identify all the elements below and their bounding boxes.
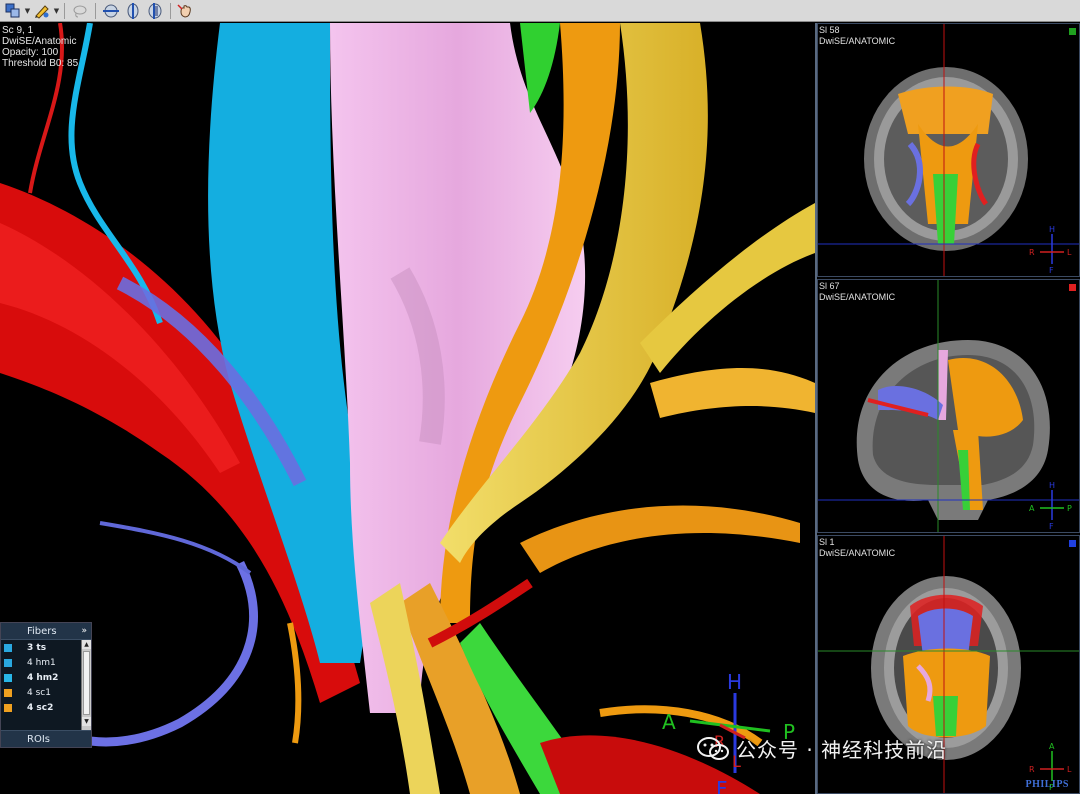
view-color-marker: [1069, 284, 1076, 291]
orient-right: L: [1067, 765, 1072, 774]
layer-select-icon[interactable]: [2, 1, 24, 21]
view-color-marker: [1069, 540, 1076, 547]
scroll-up-icon[interactable]: ▲: [82, 640, 91, 649]
fiber-color-swatch[interactable]: [4, 658, 12, 667]
slice-views-column: H R L F Sl 58 DwiSE/ANATOMIC H A P F Sl …: [815, 23, 1080, 794]
orient-right: L: [1067, 248, 1072, 257]
axis-label-a: A: [662, 710, 676, 734]
series-name: DwiSE/ANATOMIC: [819, 292, 896, 302]
fibers-panel-header[interactable]: Fibers »: [1, 623, 91, 640]
layer-select-dropdown-icon[interactable]: ▼: [24, 1, 31, 21]
fibers-panel-title: Fibers: [27, 625, 57, 637]
pan-hand-icon[interactable]: [175, 1, 197, 21]
axial-plane-icon[interactable]: [100, 1, 122, 21]
fiber-color-swatch[interactable]: [4, 688, 12, 697]
orient-right: P: [1067, 504, 1072, 513]
sagittal-view-label: Sl 67 DwiSE/ANATOMIC: [819, 281, 895, 303]
fiber-item[interactable]: 4 hm1: [1, 655, 91, 670]
orient-bottom: F: [1049, 266, 1054, 275]
coronal-plane-icon[interactable]: [122, 1, 144, 21]
opacity-label: Opacity: 100: [2, 47, 59, 58]
pen-tool-icon[interactable]: [31, 1, 53, 21]
orient-left: R: [1029, 765, 1035, 774]
watermark: 公众号 · 神经科技前沿: [696, 734, 947, 763]
orient-top: H: [1049, 481, 1055, 490]
fiber-item[interactable]: 3 ts: [1, 640, 91, 655]
axial-view-label: Sl 1 DwiSE/ANATOMIC: [819, 537, 895, 559]
fiber-color-swatch[interactable]: [4, 703, 12, 712]
rois-panel-header[interactable]: ROIs: [1, 730, 91, 747]
scroll-down-icon[interactable]: ▼: [82, 717, 91, 726]
view-color-marker: [1069, 28, 1076, 35]
orient-bottom: F: [1049, 522, 1054, 531]
fiber-item-label: 4 hm1: [27, 657, 56, 668]
sequence-label: DwiSE/Anatomic: [2, 36, 77, 47]
wechat-icon: [697, 736, 729, 760]
sagittal-slice-image[interactable]: H A P F: [818, 280, 1080, 533]
watermark-text: 公众号 · 神经科技前沿: [736, 738, 948, 762]
main-3d-view[interactable]: H A P F R L Sc 9, 1 DwiSE/Anatomic Opaci…: [0, 23, 815, 794]
coronal-slice-image[interactable]: H R L F: [818, 24, 1080, 277]
fiber-list: 3 ts 4 hm1 4 hm2 4 sc1 4 sc2 ▲ ▼: [1, 640, 91, 730]
fiber-item[interactable]: 4 sc2: [1, 700, 91, 715]
expand-icon[interactable]: »: [81, 626, 87, 636]
slice-number: Sl 1: [819, 537, 835, 547]
slice-number: Sl 58: [819, 25, 840, 35]
fibers-panel: Fibers » 3 ts 4 hm1 4 hm2 4 sc1 4 sc2 ▲ …: [0, 622, 92, 748]
sagittal-plane-icon[interactable]: [144, 1, 166, 21]
axis-label-h: H: [727, 670, 742, 694]
fiber-item-label: 4 sc2: [27, 702, 54, 713]
lasso-icon[interactable]: [69, 1, 91, 21]
slice-number: Sl 67: [819, 281, 840, 291]
fiber-item[interactable]: 4 sc1: [1, 685, 91, 700]
fiber-item-label: 3 ts: [27, 642, 47, 653]
coronal-view[interactable]: H R L F Sl 58 DwiSE/ANATOMIC: [817, 23, 1080, 277]
fiber-item-label: 4 hm2: [27, 672, 59, 683]
scan-info-overlay: Sc 9, 1 DwiSE/Anatomic Opacity: 100 Thre…: [2, 25, 78, 69]
orient-top: H: [1049, 225, 1055, 234]
fiber-color-swatch[interactable]: [4, 643, 12, 652]
fiber-item[interactable]: 4 hm2: [1, 670, 91, 685]
toolbar: ▼ ▼: [0, 0, 1080, 22]
scroll-thumb[interactable]: [83, 651, 90, 715]
series-name: DwiSE/ANATOMIC: [819, 548, 896, 558]
fiber-tract-render[interactable]: H A P F R L: [0, 23, 815, 794]
pen-tool-dropdown-icon[interactable]: ▼: [53, 1, 60, 21]
brand-logo: PHILIPS: [1025, 779, 1069, 790]
sagittal-view[interactable]: H A P F Sl 67 DwiSE/ANATOMIC: [817, 279, 1080, 533]
fiber-list-scrollbar[interactable]: ▲ ▼: [81, 640, 91, 730]
threshold-label: Threshold B0: 85: [2, 58, 79, 69]
orient-top: A: [1049, 742, 1055, 751]
coronal-view-label: Sl 58 DwiSE/ANATOMIC: [819, 25, 895, 47]
orient-left: R: [1029, 248, 1035, 257]
series-name: DwiSE/ANATOMIC: [819, 36, 896, 46]
axis-label-f: F: [716, 777, 728, 794]
orient-left: A: [1029, 504, 1035, 513]
fiber-item-label: 4 sc1: [27, 687, 51, 698]
scan-label: Sc 9, 1: [2, 25, 34, 36]
fiber-color-swatch[interactable]: [4, 673, 12, 682]
